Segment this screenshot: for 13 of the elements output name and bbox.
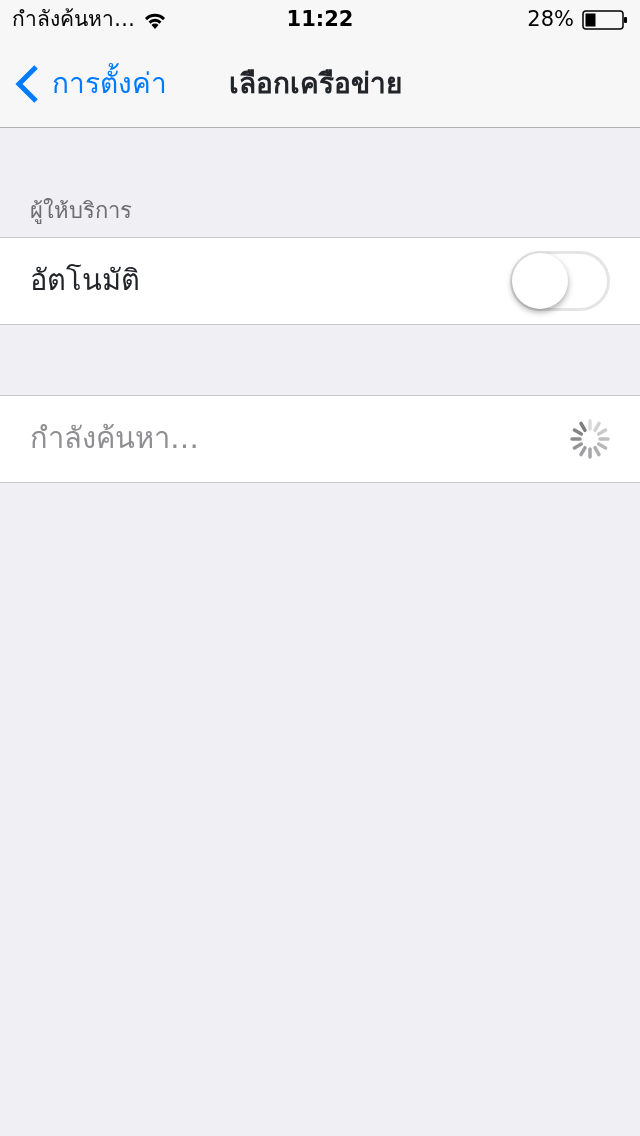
time-text: 11:22	[286, 6, 354, 34]
chevron-icon	[14, 63, 40, 104]
battery-icon	[582, 10, 628, 30]
wifi-icon	[143, 11, 167, 29]
section-header: ผู้ให้บริการ	[30, 198, 132, 223]
toggle-switch[interactable]	[510, 251, 610, 311]
nav-title: เลือกเครือข่าย	[228, 66, 402, 100]
carrier-text: กำลังค้นหา…	[12, 6, 135, 34]
row-label: อัตโนมัติ	[30, 262, 140, 300]
back-button[interactable]: การตั้งค่า	[0, 62, 167, 105]
row-label: กำลังค้นหา…	[30, 420, 199, 458]
spinner-icon	[570, 419, 610, 459]
battery-text: 28%	[527, 6, 574, 34]
